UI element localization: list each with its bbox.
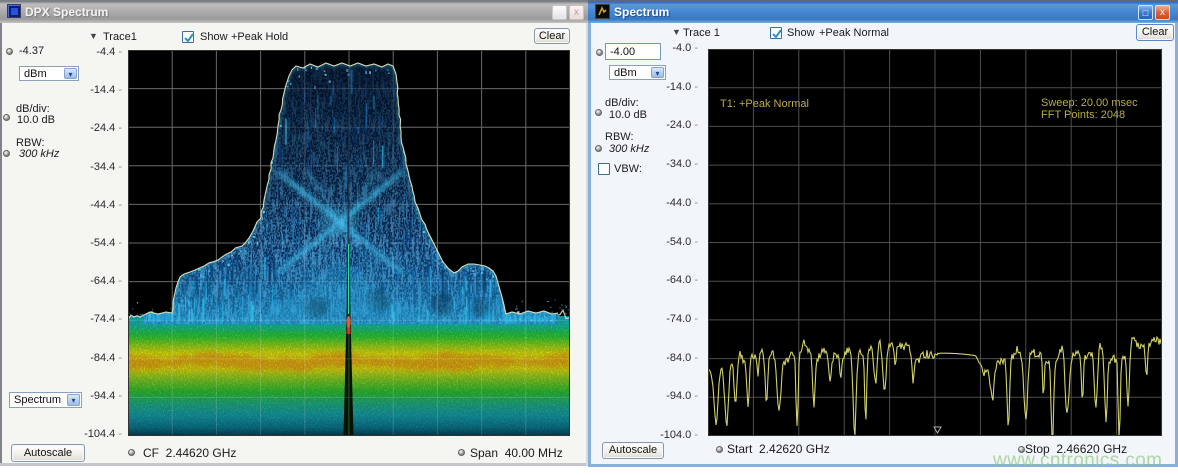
svg-text:T1: +Peak Normal: T1: +Peak Normal bbox=[720, 98, 809, 110]
svg-text:Sweep: 20.00 msec: Sweep: 20.00 msec bbox=[1041, 97, 1138, 109]
svg-text:FFT Points: 2048: FFT Points: 2048 bbox=[1041, 109, 1125, 121]
